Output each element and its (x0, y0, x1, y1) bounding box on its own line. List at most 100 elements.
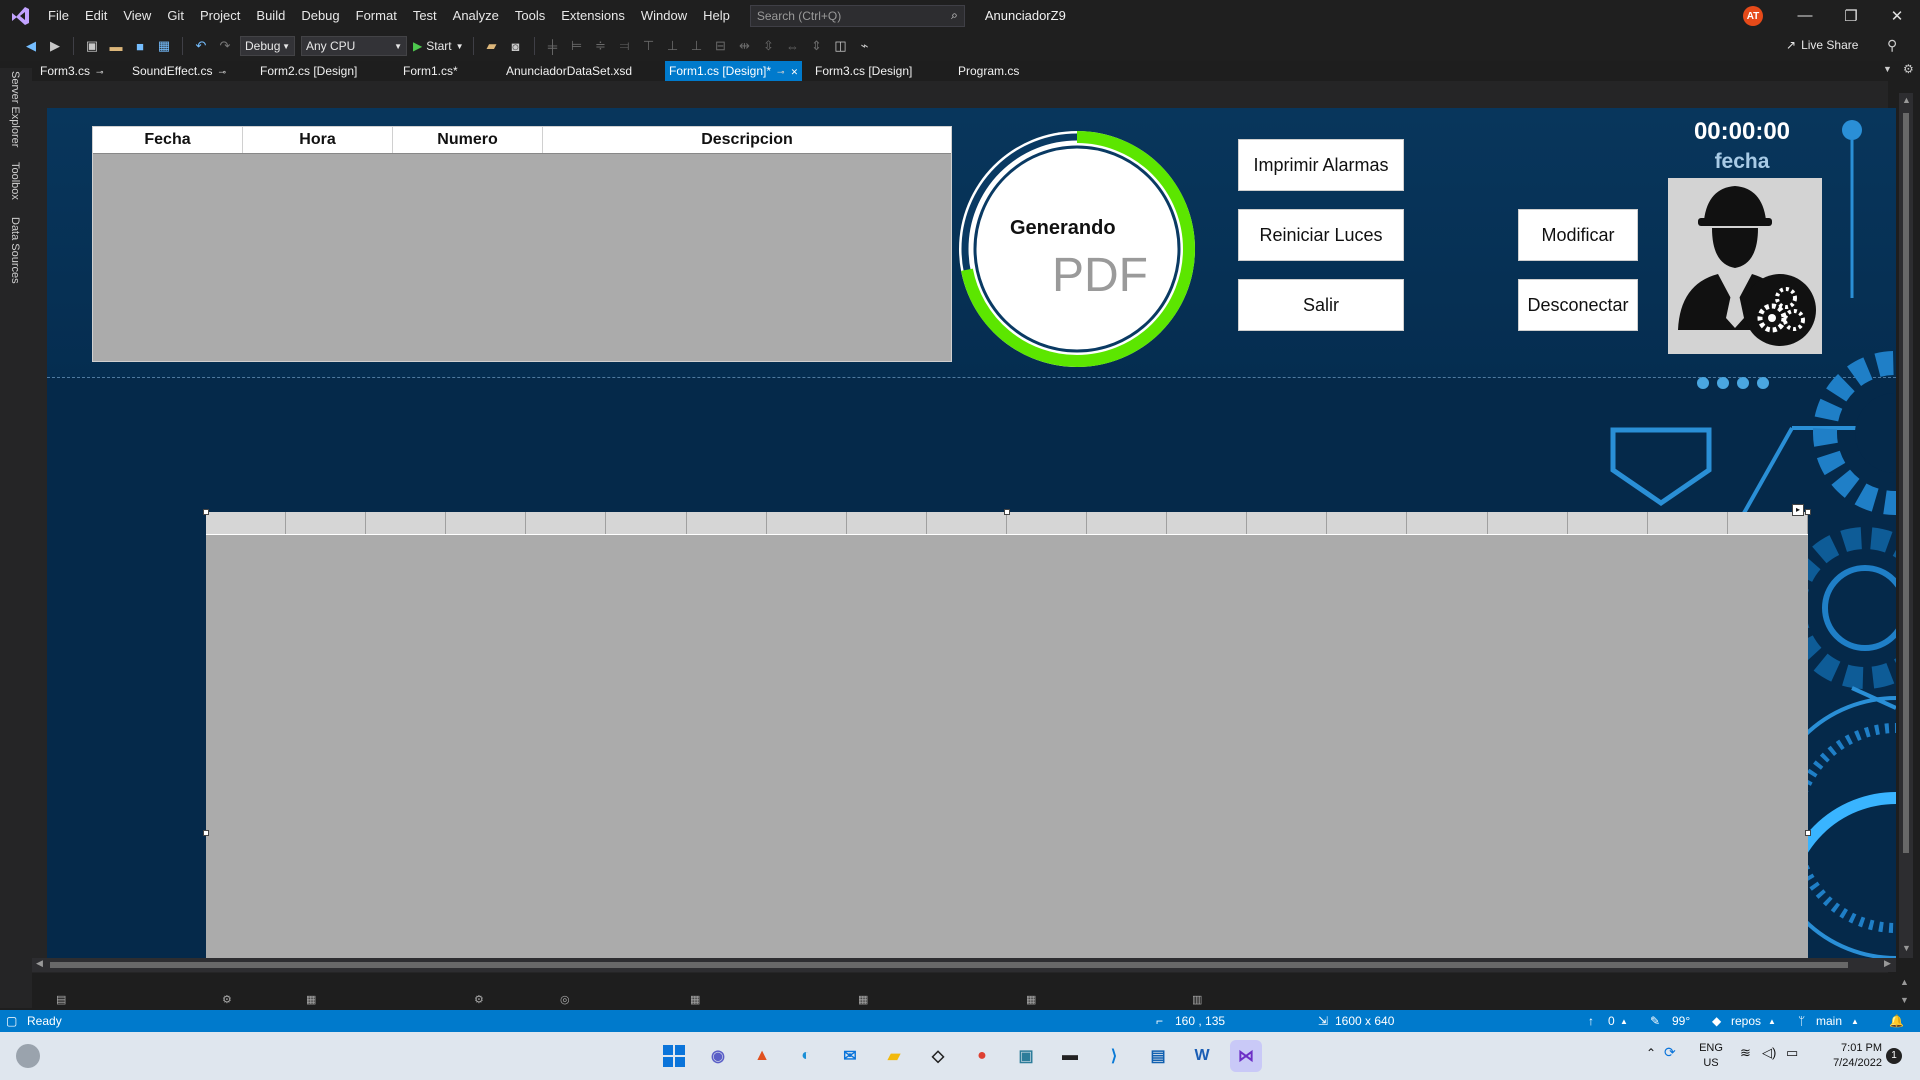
menu-extensions[interactable]: Extensions (553, 0, 633, 31)
center-vertical-icon[interactable]: ⇕ (808, 38, 826, 54)
sync-icon[interactable]: ⟳ (1664, 1044, 1676, 1061)
spacing-icon[interactable]: ⇹ (736, 38, 754, 54)
desconectar-button[interactable]: Desconectar (1518, 279, 1638, 331)
main-data-grid[interactable] (206, 512, 1808, 958)
tab-3[interactable]: Form1.cs* (399, 61, 462, 81)
center-horizontal-icon[interactable]: ⇔ (784, 39, 802, 54)
start-menu-icon[interactable] (658, 1040, 690, 1072)
pin-icon[interactable]: ⊸ (219, 67, 227, 77)
notification-bell-icon[interactable]: 🔔 (1889, 1014, 1904, 1028)
menu-tools[interactable]: Tools (507, 0, 553, 31)
unity-icon[interactable]: ◇ (922, 1040, 954, 1072)
server-explorer-tab[interactable]: Server Explorer (9, 71, 21, 147)
grid-column-header[interactable] (286, 512, 367, 534)
new-item-icon[interactable]: ▣ (83, 38, 101, 54)
input-region[interactable]: US (1696, 1057, 1726, 1069)
grid-column-header[interactable] (206, 512, 287, 534)
visual-studio-taskbar-icon[interactable]: ⋈ (1230, 1040, 1262, 1072)
tab-0[interactable]: Form3.cs ⊸ (36, 61, 108, 81)
grid-column-header[interactable] (927, 512, 1007, 534)
clock-time[interactable]: 7:01 PM (1812, 1042, 1882, 1054)
menu-file[interactable]: File (40, 0, 77, 31)
align-left-icon[interactable]: ⊨ (568, 38, 586, 54)
grid-column-header[interactable] (687, 512, 767, 534)
open-folder-icon[interactable]: ▬ (107, 39, 125, 54)
grid-column-header[interactable] (1568, 512, 1648, 534)
push-icon[interactable]: ↑ (1588, 1014, 1594, 1028)
pin-icon[interactable]: ⊸ (777, 67, 785, 77)
grid-column-header[interactable] (1087, 512, 1168, 534)
resize-handle[interactable] (1805, 509, 1811, 515)
salir-button[interactable]: Salir (1238, 279, 1404, 331)
tab-overflow-icon[interactable]: ▼ (1883, 64, 1892, 74)
input-language[interactable]: ENG (1696, 1042, 1726, 1054)
grid-column-header[interactable] (606, 512, 687, 534)
battery-icon[interactable]: ▭ (1786, 1045, 1798, 1061)
notepad-icon[interactable]: ▤ (1142, 1040, 1174, 1072)
chrome-icon[interactable]: ● (966, 1040, 998, 1072)
menu-format[interactable]: Format (348, 0, 405, 31)
vertical-spacing-icon[interactable]: ⇳ (760, 38, 778, 54)
grid-column-header[interactable] (1007, 512, 1088, 534)
resize-handle[interactable] (203, 509, 209, 515)
tab-7[interactable]: Program.cs (954, 61, 1023, 81)
resize-handle[interactable] (203, 830, 209, 836)
vscode-icon[interactable]: ⟩ (1098, 1040, 1130, 1072)
pending-count[interactable]: 0 (1608, 1014, 1615, 1028)
vertical-scroll-thumb[interactable] (1903, 113, 1909, 853)
tray-component-icon[interactable]: ⚙ (474, 993, 484, 1006)
minimize-button[interactable]: — (1782, 0, 1828, 31)
save-all-icon[interactable]: ▦ (155, 38, 173, 54)
undo-icon[interactable]: ↶ (192, 38, 210, 54)
alarm-grid[interactable]: Fecha Hora Numero Descripcion (92, 126, 952, 362)
file-explorer-icon[interactable]: ▰ (878, 1040, 910, 1072)
modificar-button[interactable]: Modificar (1518, 209, 1638, 261)
search-input[interactable]: Search (Ctrl+Q) ⌕ (749, 4, 965, 27)
scroll-up-icon[interactable]: ▲ (1902, 95, 1911, 105)
menu-analyze[interactable]: Analyze (445, 0, 507, 31)
tab-4[interactable]: AnunciadorDataSet.xsd (502, 61, 636, 81)
column-header-fecha[interactable]: Fecha (93, 127, 243, 153)
changes-count[interactable]: 99° (1672, 1014, 1690, 1028)
tray-scroll-up-icon[interactable]: ▲ (1900, 977, 1909, 987)
start-button[interactable]: ▶ Start ▼ (413, 39, 464, 53)
align-right-icon[interactable]: ⫤ (616, 38, 634, 54)
menu-view[interactable]: View (115, 0, 159, 31)
forward-icon[interactable]: ▶ (46, 38, 64, 54)
menu-build[interactable]: Build (248, 0, 293, 31)
close-button[interactable]: ✕ (1874, 0, 1920, 31)
maximize-button[interactable]: ❐ (1828, 0, 1874, 31)
toolbox-tab[interactable]: Toolbox (9, 162, 21, 200)
settings-gear-icon[interactable]: ⚙ (1903, 62, 1914, 76)
align-bottom-icon[interactable]: ⊥ (688, 38, 706, 54)
app-window-icon[interactable]: ▣ (1010, 1040, 1042, 1072)
menu-window[interactable]: Window (633, 0, 695, 31)
terminal-icon[interactable]: ▬ (1054, 1040, 1086, 1072)
tab-2[interactable]: Form2.cs [Design] (256, 61, 361, 81)
tray-scroll-down-icon[interactable]: ▼ (1900, 995, 1909, 1005)
grid-column-header[interactable] (1327, 512, 1408, 534)
back-icon[interactable]: ◀ (22, 38, 40, 54)
visual-studio-logo-icon[interactable] (0, 0, 40, 31)
reiniciar-luces-button[interactable]: Reiniciar Luces (1238, 209, 1404, 261)
align-top-icon[interactable]: ⊤ (640, 38, 658, 54)
close-tab-icon[interactable]: ✕ (791, 67, 799, 77)
column-header-hora[interactable]: Hora (243, 127, 393, 153)
tray-component-icon[interactable]: ▦ (1026, 993, 1036, 1006)
menu-help[interactable]: Help (695, 0, 738, 31)
repo-name[interactable]: repos (1731, 1014, 1761, 1028)
data-sources-tab[interactable]: Data Sources (9, 217, 21, 284)
grid-column-header[interactable] (1488, 512, 1568, 534)
resize-handle[interactable] (1805, 830, 1811, 836)
platform-select[interactable]: Any CPU ▼ (301, 36, 407, 56)
matlab-icon[interactable]: ▲ (746, 1040, 778, 1072)
align-grid-icon[interactable]: ╪ (544, 39, 562, 54)
screenshot-icon[interactable]: ◙ (507, 39, 525, 54)
scroll-down-icon[interactable]: ▼ (1902, 943, 1911, 953)
grid-column-header[interactable] (1167, 512, 1248, 534)
tray-component-icon[interactable]: ⚙ (222, 993, 232, 1006)
menu-edit[interactable]: Edit (77, 0, 115, 31)
browse-icon[interactable]: ▰ (483, 38, 501, 54)
horizontal-scrollbar[interactable]: ◀ ▶ (32, 958, 1896, 972)
grid-column-header[interactable] (366, 512, 447, 534)
